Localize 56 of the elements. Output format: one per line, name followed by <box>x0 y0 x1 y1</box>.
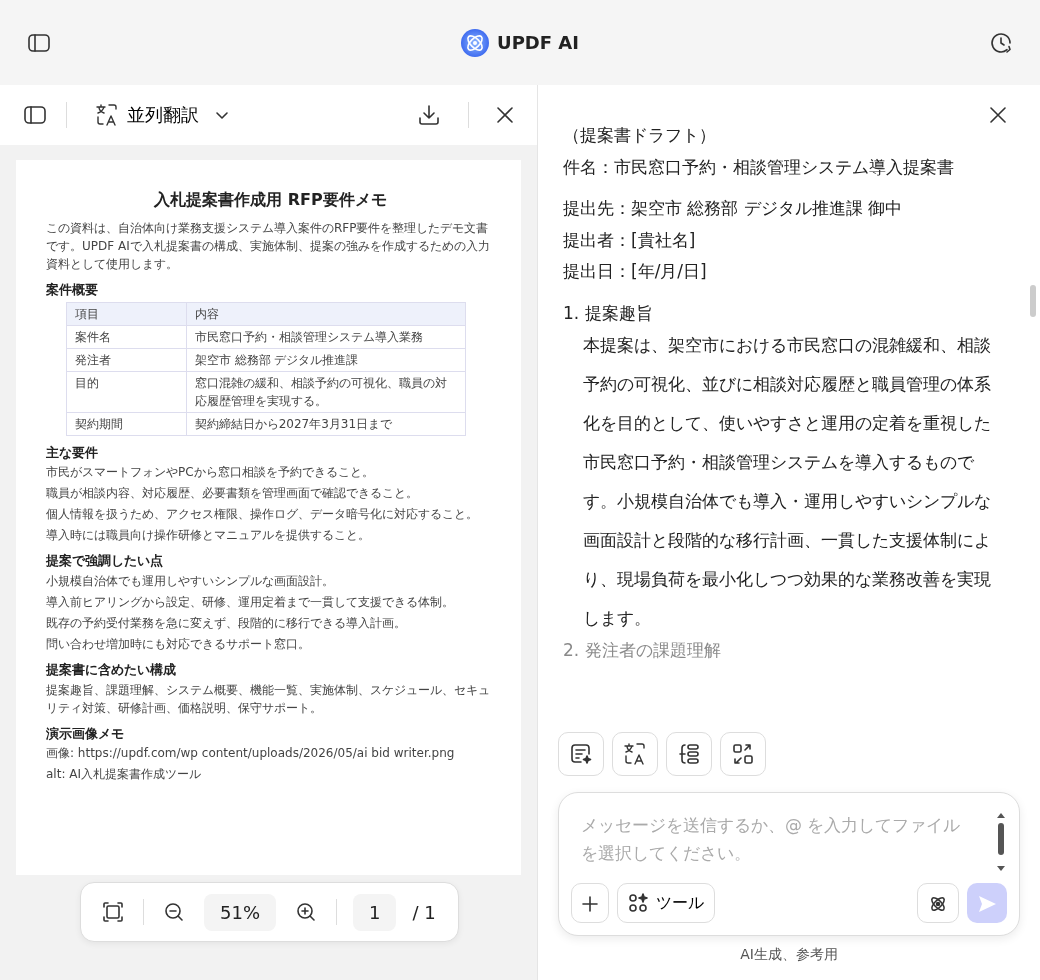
convert-icon[interactable] <box>720 732 766 776</box>
tools-icon <box>628 893 648 913</box>
table-header-cell: 項目 <box>66 302 187 326</box>
table-header-cell: 内容 <box>186 302 466 326</box>
table-cell: 契約締結日から2027年3月31日まで <box>186 412 466 436</box>
page-total: / 1 <box>412 900 436 925</box>
document-heading: 提案書に含めたい構成 <box>46 661 177 678</box>
table-cell: 目的 <box>66 371 187 413</box>
table-cell: 案件名 <box>66 325 187 349</box>
document-line: 提案趣旨、課題理解、システム概要、機能一覧、実施体制、スケジュール、セキュリティ対策、研修計画、価格説明、保守サポート。 <box>46 681 491 717</box>
translate-mode-dropdown[interactable]: 並列翻訳 <box>91 99 233 131</box>
document-line: 導入前ヒアリングから設定、研修、運用定着まで一貫して支援できる体制。 <box>46 593 455 611</box>
document-line: 個人情報を扱うため、アクセス権限、操作ログ、データ暗号化に対応すること。 <box>46 506 479 524</box>
zoom-level-field[interactable]: 51% <box>204 893 276 931</box>
document-heading: 演示画像メモ <box>46 725 125 742</box>
send-icon <box>977 893 997 914</box>
table-cell: 市民窓口予約・相談管理システム導入業務 <box>186 325 466 349</box>
summarize-icon[interactable] <box>558 732 604 776</box>
document-title: 入札提案書作成用 RFP要件メモ <box>153 190 388 210</box>
add-button[interactable] <box>571 883 609 923</box>
outline-icon[interactable] <box>666 732 712 776</box>
tools-button[interactable]: ツール <box>617 883 715 923</box>
answer-line: 提出先：架空市 総務部 デジタル推進課 御中 <box>563 197 904 220</box>
app-title: UPDF AI <box>497 31 579 55</box>
answer-line: 件名：市民窓口予約・相談管理システム導入提案書 <box>563 155 955 179</box>
document-line: alt: AI入札提案書作成ツール <box>46 766 202 784</box>
table-cell: 架空市 総務部 デジタル推進課 <box>186 348 466 372</box>
plus-icon <box>582 895 598 912</box>
document-intro: この資料は、自治体向け業務支援システム導入案件のRFP要件を整理したデモ文書です。UPDF AIで入札提案書の構成、実施体制、提案の強みを作成するための入力資料として使用します。 <box>46 220 491 274</box>
answer-line: （提案書ドラフト） <box>563 124 717 147</box>
document-heading: 提案で強調したい点 <box>46 553 164 569</box>
answer-heading: 2. 発注者の課題理解 <box>563 639 722 662</box>
scrollbar-thumb[interactable] <box>1030 285 1036 317</box>
document-line: 小規模自治体でも運用しやすいシンプルな画面設計。 <box>46 572 335 590</box>
document-line: 既存の予約受付業務を急に変えず、段階的に移行できる導入計画。 <box>46 614 407 632</box>
model-button[interactable] <box>917 883 959 923</box>
disclaimer-note: AI生成、参考用 <box>739 945 839 964</box>
answer-heading: 1. 提案趣旨 <box>563 301 654 325</box>
document-line: 市民がスマートフォンやPCから窓口相談を予約できること。 <box>46 464 375 482</box>
table-cell: 発注者 <box>66 348 187 372</box>
document-line: 導入時には職員向け操作研修とマニュアルを提供すること。 <box>46 527 371 545</box>
document-line: 画像: https://updf.com/wp content/uploads/2026/05/ai bid writer.png <box>46 745 456 763</box>
document-line: 問い合わせ増加時にも対応できるサポート窓口。 <box>46 635 311 653</box>
message-composer[interactable]: メッセージを送信するか、@ を入力してファイルを選択してください。 ツール <box>558 792 1020 936</box>
page-number-field[interactable]: 1 <box>353 893 397 931</box>
document-line: 職員が相談内容、対応履歴、必要書類を管理画面で確認できること。 <box>46 485 419 503</box>
table-cell: 窓口混雑の緩和、相談予約の可視化、職員の対応履歴管理を実現する。 <box>186 371 466 413</box>
answer-paragraph: 本提案は、架空市における市民窓口の混雑緩和、相談予約の可視化、並びに相談対応履歴と職員管理の体系化を目的として、使いやすさと運用の定着を重視した市民窓口予約・相談管理システムを導入するものです。小規模自治体でも導入・運用しやすいシンプルな画面設計と段階的な移行計画、一貫した支援体制により、現場負荷を最小化しつつ効果的な業務改善を実現します。 <box>582 334 992 630</box>
document-heading: 主な要件 <box>46 444 99 461</box>
answer-line: 提出日：[年/月/日] <box>563 260 708 283</box>
table-cell: 契約期間 <box>66 412 187 436</box>
document-heading: 案件概要 <box>46 282 99 298</box>
translate-icon[interactable] <box>612 732 658 776</box>
logo-icon <box>461 28 489 57</box>
answer-line: 提出者：[貴社名] <box>563 228 697 252</box>
translate-icon <box>95 103 119 127</box>
